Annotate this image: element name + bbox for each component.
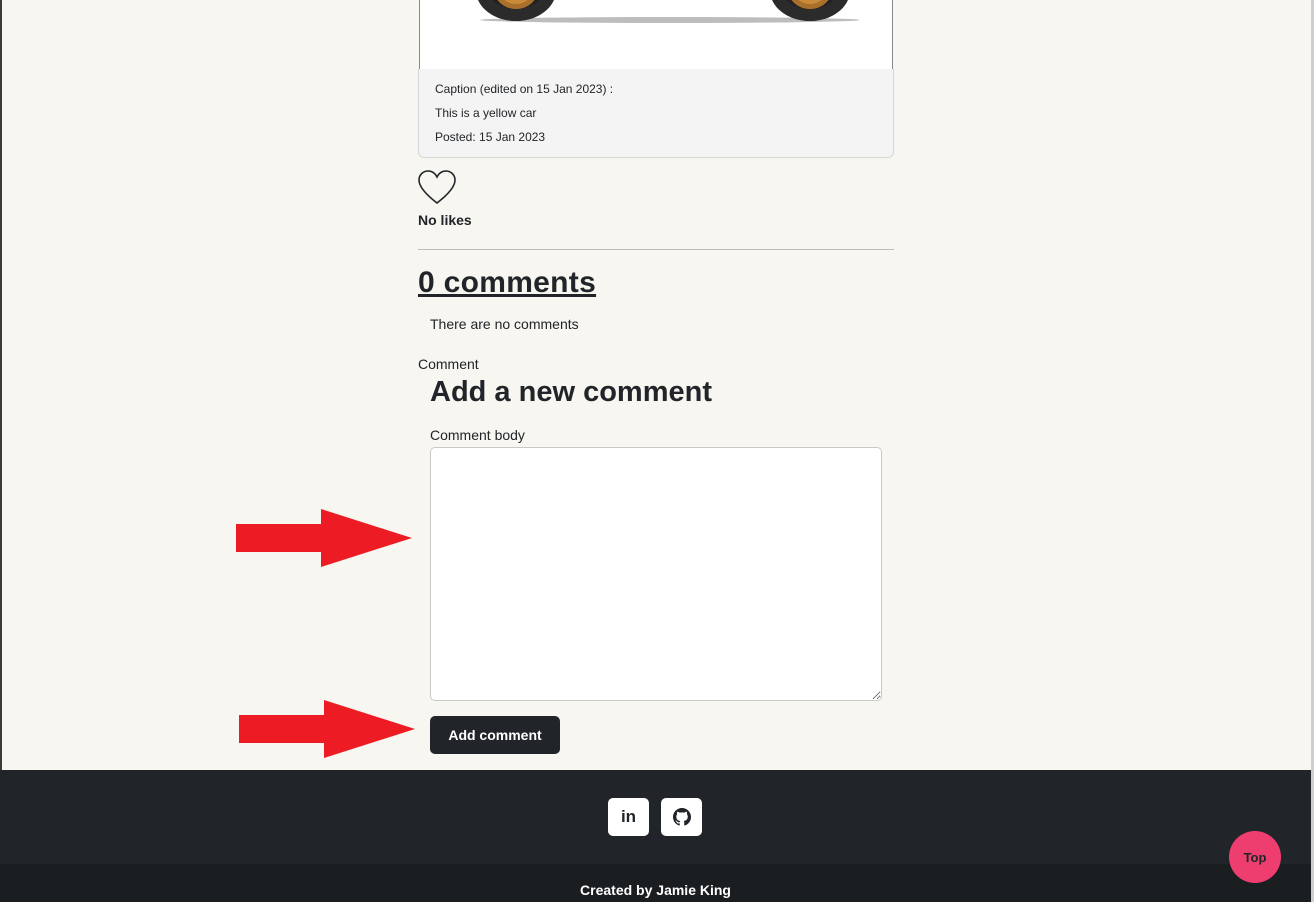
section-divider — [418, 249, 894, 250]
add-comment-button[interactable]: Add comment — [430, 716, 560, 754]
linkedin-icon: in — [620, 807, 637, 826]
linkedin-button[interactable]: in — [608, 798, 649, 836]
footer-social-bar — [0, 770, 1311, 864]
no-comments-message: There are no comments — [430, 316, 579, 332]
annotation-arrow-textarea — [236, 509, 412, 567]
github-icon — [672, 808, 691, 826]
page-left-border — [0, 0, 2, 770]
github-button[interactable] — [661, 798, 702, 836]
caption-card: Caption (edited on 15 Jan 2023) : This i… — [418, 69, 894, 158]
back-to-top-button[interactable]: Top — [1229, 831, 1281, 883]
footer-credit: Created by Jamie King — [580, 882, 731, 898]
comment-section-label: Comment — [418, 356, 479, 372]
caption-label: Caption (edited on 15 Jan 2023) : — [435, 82, 614, 96]
annotation-arrow-button — [239, 700, 415, 758]
add-comment-heading: Add a new comment — [430, 376, 712, 408]
post-image — [419, 0, 893, 70]
comments-count-heading: 0 comments — [418, 266, 597, 299]
heart-outline-icon[interactable] — [418, 170, 456, 206]
comment-body-label: Comment body — [430, 427, 525, 443]
posted-date: Posted: 15 Jan 2023 — [435, 130, 546, 144]
comment-body-textarea[interactable] — [430, 447, 882, 701]
caption-text: This is a yellow car — [435, 106, 537, 120]
likes-count: No likes — [418, 212, 472, 228]
